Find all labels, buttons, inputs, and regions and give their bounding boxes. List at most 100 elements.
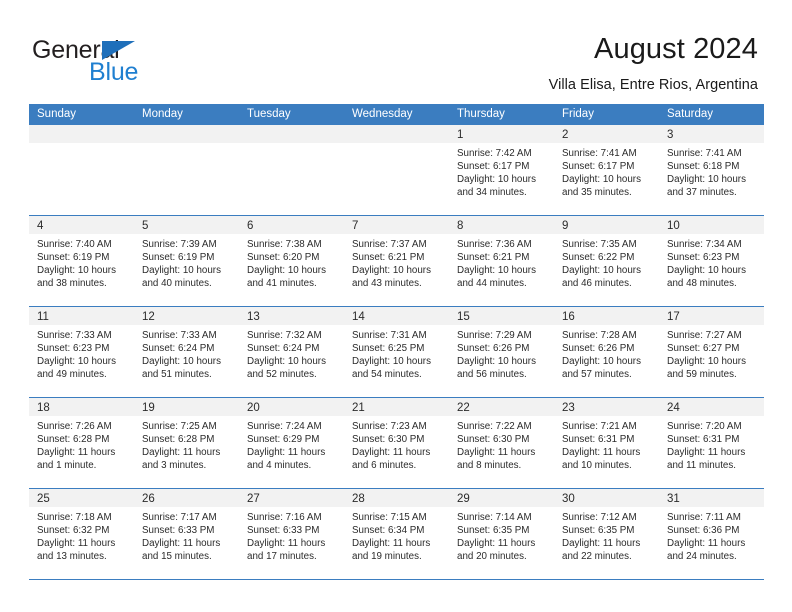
sunset-text: Sunset: 6:32 PM [37,525,110,537]
day-cell[interactable]: 12 Sunrise: 7:33 AM Sunset: 6:24 PM Dayl… [134,307,239,397]
day-number: 9 [562,220,569,232]
day-cell[interactable]: 9 Sunrise: 7:35 AM Sunset: 6:22 PM Dayli… [554,216,659,306]
day-cell[interactable]: 29 Sunrise: 7:14 AM Sunset: 6:35 PM Dayl… [449,489,554,579]
day-cell[interactable]: 18 Sunrise: 7:26 AM Sunset: 6:28 PM Dayl… [29,398,134,488]
day-number: 25 [37,493,50,505]
day-number-band: 9 [554,216,659,234]
sunset-text: Sunset: 6:33 PM [247,525,320,537]
day-number-band: 22 [449,398,554,416]
day-number: 16 [562,311,575,323]
day-number-band: 2 [554,125,659,143]
day-cell[interactable] [344,125,449,215]
sunrise-text: Sunrise: 7:24 AM [247,421,322,432]
sunrise-text: Sunrise: 7:33 AM [142,330,217,341]
day-cell[interactable]: 5 Sunrise: 7:39 AM Sunset: 6:19 PM Dayli… [134,216,239,306]
day-number-band: 11 [29,307,134,325]
day-cell[interactable]: 13 Sunrise: 7:32 AM Sunset: 6:24 PM Dayl… [239,307,344,397]
day-info: Sunrise: 7:18 AM Sunset: 6:32 PM Dayligh… [29,507,134,563]
day-cell[interactable]: 25 Sunrise: 7:18 AM Sunset: 6:32 PM Dayl… [29,489,134,579]
sunrise-text: Sunrise: 7:35 AM [562,239,637,250]
day-cell[interactable]: 11 Sunrise: 7:33 AM Sunset: 6:23 PM Dayl… [29,307,134,397]
daylight-text-line2: and 3 minutes. [142,460,207,472]
day-cell[interactable]: 31 Sunrise: 7:11 AM Sunset: 6:36 PM Dayl… [659,489,764,579]
day-cell[interactable]: 15 Sunrise: 7:29 AM Sunset: 6:26 PM Dayl… [449,307,554,397]
sunrise-text: Sunrise: 7:37 AM [352,239,427,250]
day-number-band: 3 [659,125,764,143]
day-number-band: 15 [449,307,554,325]
daylight-text-line2: and 35 minutes. [562,187,632,199]
day-cell[interactable]: 19 Sunrise: 7:25 AM Sunset: 6:28 PM Dayl… [134,398,239,488]
sunset-text: Sunset: 6:21 PM [457,252,530,264]
day-number: 7 [352,220,359,232]
sunrise-text: Sunrise: 7:17 AM [142,512,217,523]
day-cell[interactable]: 6 Sunrise: 7:38 AM Sunset: 6:20 PM Dayli… [239,216,344,306]
sunrise-text: Sunrise: 7:40 AM [37,239,112,250]
day-cell[interactable]: 21 Sunrise: 7:23 AM Sunset: 6:30 PM Dayl… [344,398,449,488]
day-number-band [134,125,239,143]
day-number: 5 [142,220,149,232]
day-cell[interactable]: 7 Sunrise: 7:37 AM Sunset: 6:21 PM Dayli… [344,216,449,306]
day-cell[interactable]: 28 Sunrise: 7:15 AM Sunset: 6:34 PM Dayl… [344,489,449,579]
day-cell[interactable]: 30 Sunrise: 7:12 AM Sunset: 6:35 PM Dayl… [554,489,659,579]
sunset-text: Sunset: 6:26 PM [562,343,635,355]
day-info: Sunrise: 7:27 AM Sunset: 6:27 PM Dayligh… [659,325,764,381]
day-number-band: 17 [659,307,764,325]
sunset-text: Sunset: 6:26 PM [457,343,530,355]
sunrise-text: Sunrise: 7:27 AM [667,330,742,341]
day-cell[interactable]: 17 Sunrise: 7:27 AM Sunset: 6:27 PM Dayl… [659,307,764,397]
day-cell[interactable]: 22 Sunrise: 7:22 AM Sunset: 6:30 PM Dayl… [449,398,554,488]
day-info: Sunrise: 7:33 AM Sunset: 6:24 PM Dayligh… [134,325,239,381]
day-cell[interactable]: 16 Sunrise: 7:28 AM Sunset: 6:26 PM Dayl… [554,307,659,397]
day-number: 1 [457,129,464,141]
day-number: 14 [352,311,365,323]
day-cell[interactable]: 14 Sunrise: 7:31 AM Sunset: 6:25 PM Dayl… [344,307,449,397]
daylight-text-line2: and 57 minutes. [562,369,632,381]
day-number: 3 [667,129,674,141]
day-info: Sunrise: 7:22 AM Sunset: 6:30 PM Dayligh… [449,416,554,472]
day-info: Sunrise: 7:39 AM Sunset: 6:19 PM Dayligh… [134,234,239,290]
sunrise-text: Sunrise: 7:15 AM [352,512,427,523]
sunset-text: Sunset: 6:31 PM [667,434,740,446]
daylight-text-line2: and 1 minute. [37,460,97,472]
daylight-text-line2: and 10 minutes. [562,460,632,472]
day-cell[interactable]: 24 Sunrise: 7:20 AM Sunset: 6:31 PM Dayl… [659,398,764,488]
sunrise-text: Sunrise: 7:21 AM [562,421,637,432]
day-number: 12 [142,311,155,323]
day-cell[interactable]: 26 Sunrise: 7:17 AM Sunset: 6:33 PM Dayl… [134,489,239,579]
day-cell[interactable]: 8 Sunrise: 7:36 AM Sunset: 6:21 PM Dayli… [449,216,554,306]
day-cell[interactable] [29,125,134,215]
daylight-text-line1: Daylight: 10 hours [142,265,221,277]
day-cell[interactable]: 10 Sunrise: 7:34 AM Sunset: 6:23 PM Dayl… [659,216,764,306]
daylight-text-line2: and 20 minutes. [457,551,527,563]
weekday-header-monday: Monday [142,108,183,120]
day-cell[interactable]: 20 Sunrise: 7:24 AM Sunset: 6:29 PM Dayl… [239,398,344,488]
sunrise-text: Sunrise: 7:23 AM [352,421,427,432]
day-cell[interactable]: 23 Sunrise: 7:21 AM Sunset: 6:31 PM Dayl… [554,398,659,488]
day-number-band: 28 [344,489,449,507]
day-cell[interactable]: 1 Sunrise: 7:42 AM Sunset: 6:17 PM Dayli… [449,125,554,215]
day-number-band: 1 [449,125,554,143]
day-number-band: 30 [554,489,659,507]
day-number-band: 24 [659,398,764,416]
sunset-text: Sunset: 6:28 PM [142,434,215,446]
day-cell[interactable] [239,125,344,215]
sunset-text: Sunset: 6:33 PM [142,525,215,537]
day-cell[interactable]: 4 Sunrise: 7:40 AM Sunset: 6:19 PM Dayli… [29,216,134,306]
daylight-text-line2: and 54 minutes. [352,369,422,381]
day-number: 27 [247,493,260,505]
sunset-text: Sunset: 6:30 PM [352,434,425,446]
sunrise-text: Sunrise: 7:36 AM [457,239,532,250]
day-number: 31 [667,493,680,505]
day-number: 28 [352,493,365,505]
day-cell[interactable] [134,125,239,215]
daylight-text-line1: Daylight: 10 hours [457,356,536,368]
day-cell[interactable]: 27 Sunrise: 7:16 AM Sunset: 6:33 PM Dayl… [239,489,344,579]
daylight-text-line2: and 22 minutes. [562,551,632,563]
weekday-header-thursday: Thursday [457,108,505,120]
sunrise-text: Sunrise: 7:33 AM [37,330,112,341]
day-cell[interactable]: 3 Sunrise: 7:41 AM Sunset: 6:18 PM Dayli… [659,125,764,215]
day-info: Sunrise: 7:32 AM Sunset: 6:24 PM Dayligh… [239,325,344,381]
day-cell[interactable]: 2 Sunrise: 7:41 AM Sunset: 6:17 PM Dayli… [554,125,659,215]
daylight-text-line2: and 17 minutes. [247,551,317,563]
sunrise-text: Sunrise: 7:39 AM [142,239,217,250]
